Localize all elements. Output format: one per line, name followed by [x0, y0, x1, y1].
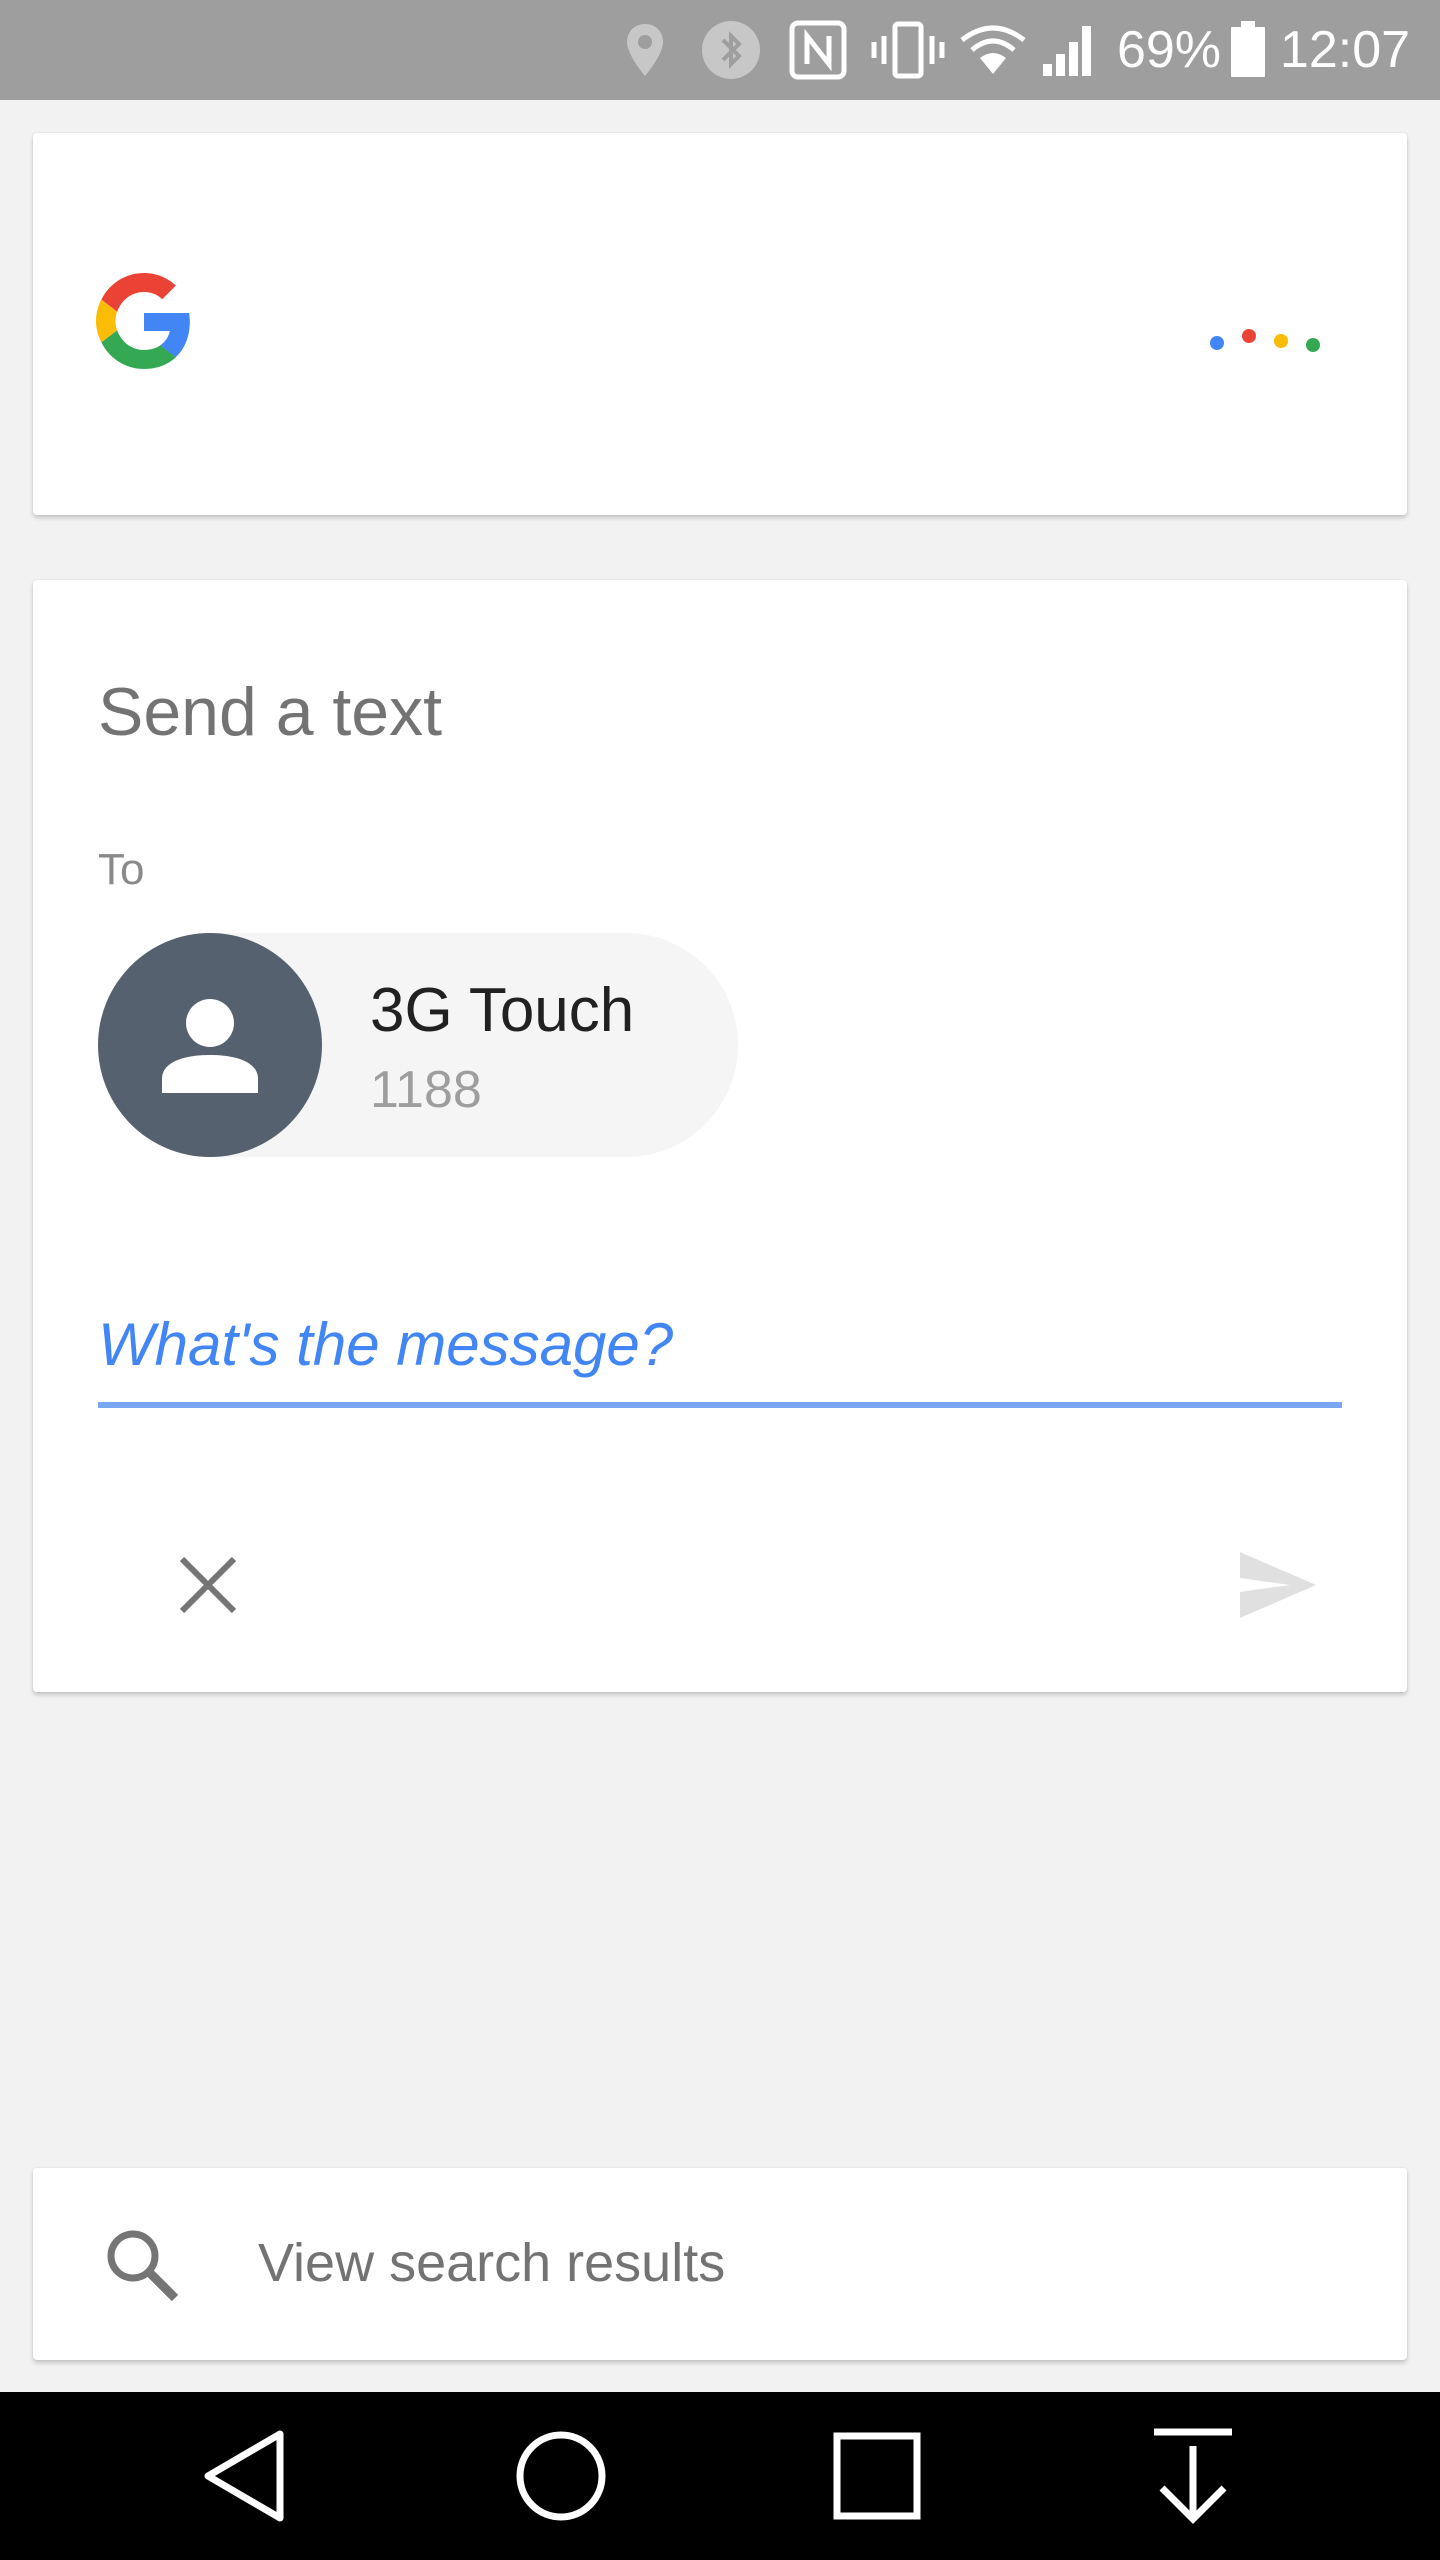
signal-icon [1040, 0, 1100, 100]
assistant-listening-dots [1173, 313, 1333, 373]
card-title: Send a text [98, 674, 443, 750]
home-icon [516, 2431, 606, 2521]
back-button[interactable] [180, 2416, 310, 2536]
close-icon [179, 1556, 237, 1614]
cancel-button[interactable] [143, 1520, 273, 1650]
wifi-icon [960, 0, 1026, 100]
search-icon [103, 2226, 179, 2302]
message-input[interactable] [98, 1302, 1342, 1386]
input-underline [98, 1402, 1342, 1408]
send-button[interactable] [1203, 1510, 1353, 1660]
home-button[interactable] [496, 2416, 626, 2536]
status-bar: 69% 12:07 [0, 0, 1440, 100]
contact-name: 3G Touch [370, 976, 635, 1045]
assistant-card [33, 133, 1407, 515]
person-icon [162, 999, 258, 1093]
notification-pull-button[interactable] [1128, 2416, 1258, 2536]
send-icon [1240, 1552, 1316, 1618]
recents-icon [833, 2432, 921, 2520]
clock: 12:07 [1279, 21, 1411, 79]
notification-pull-icon [1154, 2428, 1232, 2524]
navigation-bar [0, 2392, 1440, 2560]
recents-button[interactable] [812, 2416, 942, 2536]
contact-chip[interactable]: 3G Touch 1188 [98, 933, 738, 1157]
location-icon [620, 0, 670, 100]
battery-icon [1228, 0, 1268, 100]
contact-number: 1188 [370, 1061, 482, 1119]
avatar [98, 933, 322, 1157]
battery-percent: 69% [1116, 21, 1222, 79]
back-icon [204, 2430, 284, 2522]
search-results-label: View search results [258, 2233, 726, 2293]
send-text-card: Send a text To 3G Touch 1188 [33, 580, 1407, 1692]
nfc-icon [788, 0, 848, 100]
to-label: To [98, 845, 145, 894]
google-g-logo [96, 273, 192, 369]
vibrate-icon [870, 0, 946, 100]
bluetooth-icon [700, 0, 762, 100]
view-search-results-button[interactable]: View search results [33, 2168, 1407, 2360]
